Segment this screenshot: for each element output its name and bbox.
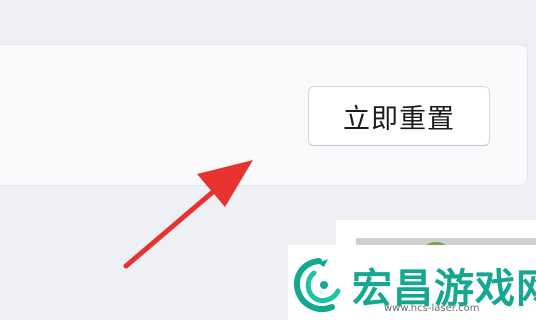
reset-now-button[interactable]: 立即重置 [308,86,490,146]
watermark-url: www.hcs-laser.com [384,303,480,314]
dragon-logo-icon [294,258,341,312]
